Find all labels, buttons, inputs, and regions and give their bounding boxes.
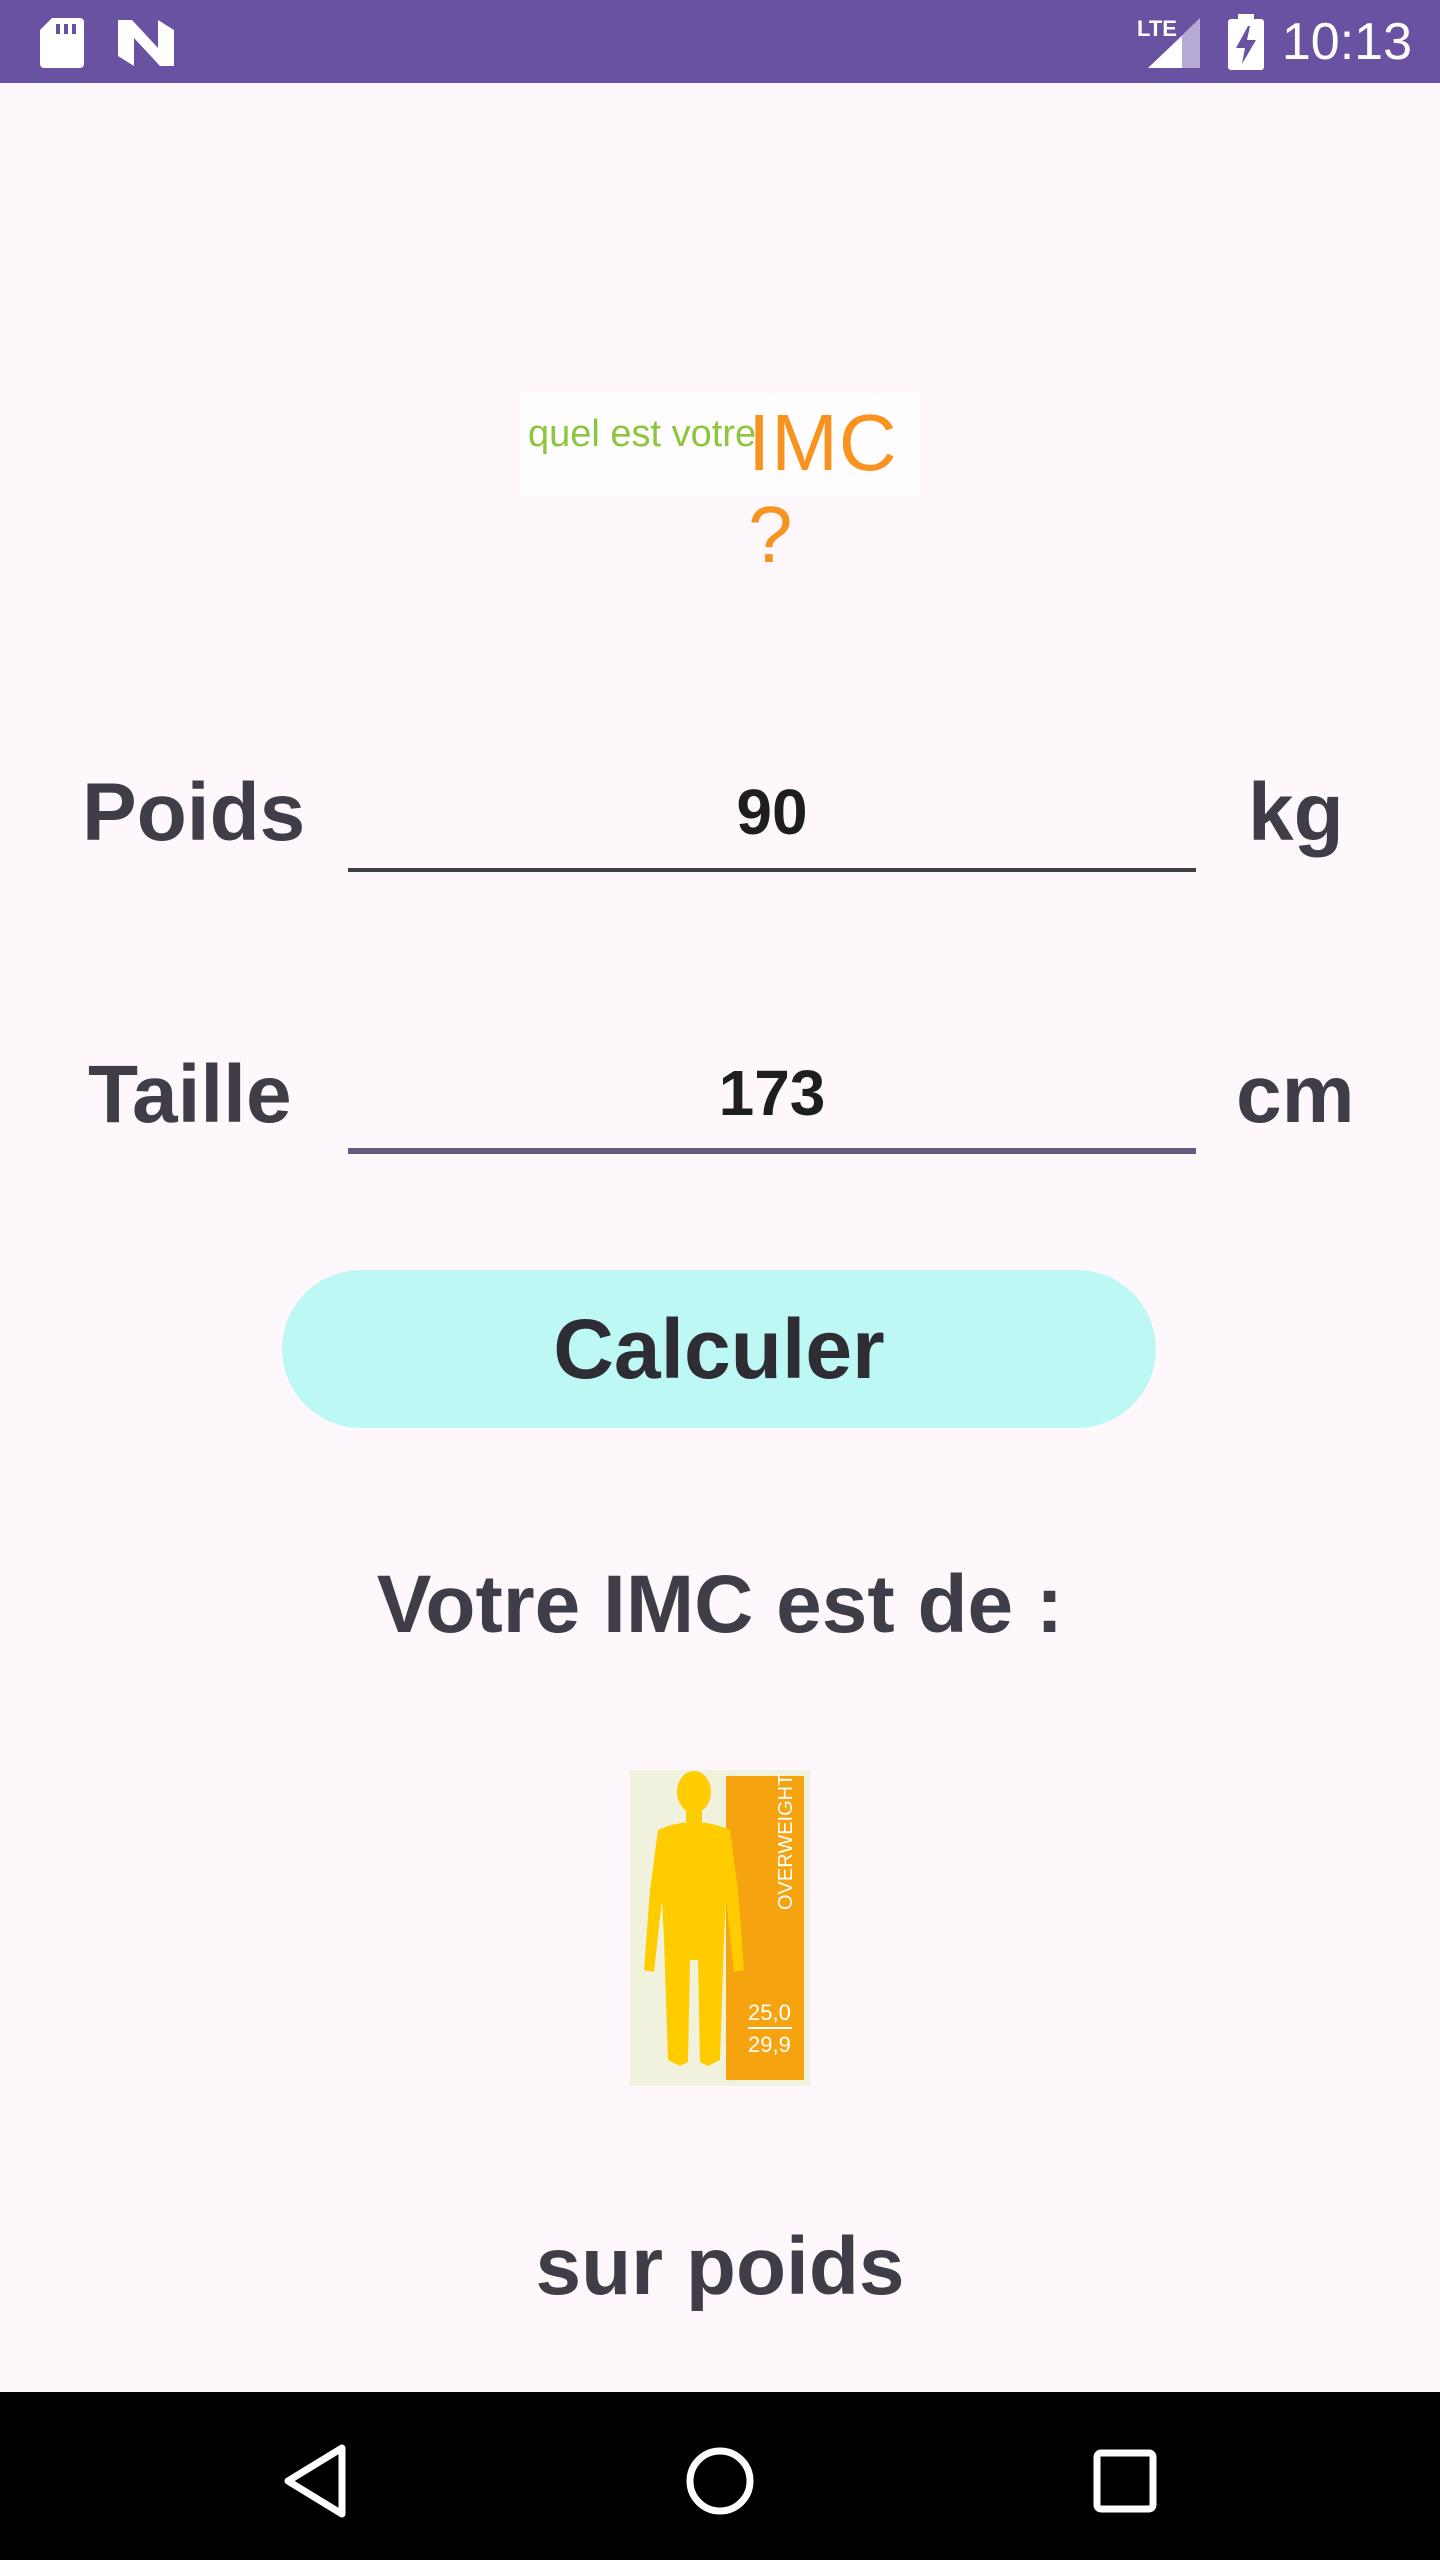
height-input-underline (348, 1148, 1196, 1154)
navigation-bar (0, 2392, 1440, 2560)
back-icon[interactable] (272, 2436, 362, 2526)
bmi-range-low: 25,0 (748, 2000, 791, 2025)
bmi-category-label: OVERWEIGHT (775, 1774, 797, 1910)
sd-card-icon (40, 18, 84, 68)
logo-big-text: IMC ? (748, 398, 898, 579)
signal-icon (1148, 18, 1200, 68)
result-text: sur poids (535, 2221, 905, 2312)
result-title: Votre IMC est de : (376, 1559, 1064, 1650)
calculate-button[interactable]: Calculer (282, 1270, 1156, 1428)
height-label: Taille (88, 1049, 292, 1140)
weight-input-underline (348, 868, 1196, 872)
status-time: 10:13 (1281, 13, 1412, 71)
status-bar: LTE 10:13 (0, 0, 1440, 83)
imc-logo: quel est votre IMC ? (520, 393, 920, 579)
weight-unit: kg (1248, 767, 1344, 858)
height-unit: cm (1236, 1049, 1355, 1140)
bmi-range-high: 29,9 (748, 2032, 791, 2057)
n-logo-icon (118, 20, 174, 66)
logo-small-text: quel est votre (528, 413, 757, 455)
weight-label: Poids (82, 767, 306, 858)
recents-icon[interactable] (1080, 2436, 1170, 2526)
weight-input[interactable]: 90 (348, 757, 1196, 867)
overweight-figure-image: OVERWEIGHT 25,0 29,9 (630, 1770, 810, 2086)
battery-charging-icon (1228, 14, 1264, 70)
home-icon[interactable] (675, 2436, 765, 2526)
height-input[interactable]: 173 (348, 1038, 1196, 1148)
